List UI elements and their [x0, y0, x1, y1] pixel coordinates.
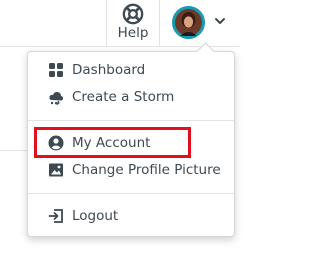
menu-item-logout[interactable]: Logout [28, 203, 234, 229]
dashboard-grid-icon [49, 63, 63, 77]
avatar[interactable] [172, 6, 205, 39]
menu-item-label: Create a Storm [72, 89, 175, 105]
user-menu-toggle[interactable] [170, 4, 234, 42]
top-navigation-bar: Help [0, 0, 240, 47]
menu-item-label: Dashboard [72, 62, 146, 78]
menu-item-label: Logout [72, 208, 119, 224]
image-icon [49, 163, 63, 177]
menu-divider [28, 193, 234, 194]
avatar-photo [172, 6, 205, 39]
background-divider [0, 150, 30, 151]
menu-item-change-profile-picture[interactable]: Change Profile Picture [28, 157, 234, 183]
menu-item-label: Change Profile Picture [72, 162, 221, 178]
user-dropdown-menu: Dashboard Create a Storm My Account Chan… [27, 51, 235, 237]
highlight-box [34, 127, 191, 158]
storm-cloud-icon [49, 91, 64, 105]
help-label: Help [117, 25, 149, 41]
lifebuoy-icon [122, 3, 144, 25]
help-button[interactable]: Help [106, 0, 160, 46]
chevron-down-icon[interactable] [214, 16, 226, 26]
logout-icon [48, 209, 63, 223]
menu-item-create-storm[interactable]: Create a Storm [28, 84, 234, 110]
menu-divider [28, 120, 234, 121]
menu-item-dashboard[interactable]: Dashboard [28, 57, 234, 83]
